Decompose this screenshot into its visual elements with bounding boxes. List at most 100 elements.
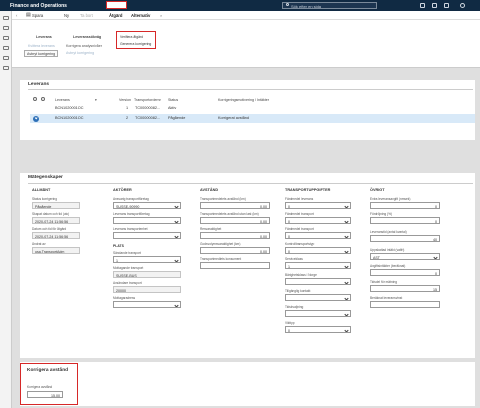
field-label: Tidskvaljning — [285, 305, 304, 309]
field-label: Skapat datum och tid (utc) — [32, 212, 70, 216]
correction-reason: Korrigerat avstånd — [218, 116, 250, 120]
verify-action-item[interactable]: Verifiera åtgärd — [120, 35, 143, 39]
gear-icon[interactable] — [432, 3, 437, 8]
delete-button[interactable]: Ta bort — [80, 13, 93, 18]
ribbon-confirm-delivery[interactable]: Kvittera leverans — [28, 44, 55, 48]
extra-fee-field[interactable]: 0 — [370, 202, 440, 209]
col-transport-order[interactable]: Transportordernr — [134, 98, 161, 102]
search-options-icon[interactable]: ⌕ — [160, 13, 162, 18]
distance-field[interactable]: 0,00 — [200, 202, 270, 209]
transport-mode-2-select[interactable]: 0 — [285, 232, 351, 239]
search-icon — [286, 3, 289, 6]
ribbon-group-delivery: Leverans — [36, 35, 52, 39]
other-header: ÖVRIGT — [370, 188, 385, 192]
divider — [28, 89, 473, 90]
field-label: Kontrolltransportstyp — [285, 242, 315, 246]
table-row[interactable]: BCN1020001OC 1 TC00000082... Aktiv — [30, 104, 475, 113]
delivery-mode-select[interactable]: 0 — [285, 202, 351, 209]
version: 1 — [126, 106, 129, 110]
tab-action[interactable]: Åtgärd — [109, 13, 123, 18]
select-all-radio[interactable] — [41, 97, 45, 101]
ribbon-correct-dimensions[interactable]: Korrigera analysnivåer — [66, 44, 102, 48]
menu-icon[interactable] — [3, 16, 9, 20]
home-icon[interactable] — [3, 26, 9, 30]
sending-transport-select[interactable]: 1 — [113, 256, 181, 263]
distance-unloaded-field[interactable]: 0,00 — [200, 217, 270, 224]
responsible-carrier-select[interactable]: SUSSE-90990 — [113, 202, 181, 209]
action-datetime-field: 2020-07-24 11:56:56 — [32, 232, 80, 239]
search-input[interactable]: Sök efter en sida — [282, 2, 377, 9]
field-label: Bärighetsklass i Norge — [285, 273, 317, 277]
field-label: Avsändare transport — [113, 281, 142, 285]
col-status[interactable]: Status — [168, 98, 178, 102]
delivery-unit-select[interactable] — [113, 232, 181, 239]
field-label: Leverans transportföretag — [113, 212, 150, 216]
tab-options[interactable]: Alternativ — [131, 13, 150, 18]
distance-header: AVSTÅND — [200, 188, 219, 192]
cargo-duration-field[interactable]: 0,00 — [200, 247, 270, 254]
filter-icon[interactable]: ▾ — [95, 98, 97, 102]
notification-icon[interactable] — [420, 3, 425, 8]
calculated-profit-field[interactable] — [370, 301, 440, 308]
delivery-id: BCN1020001OC — [55, 106, 84, 110]
transport-mode-select[interactable]: 0 — [285, 217, 351, 224]
created-datetime-field: 2020-07-24 11:56:56 — [32, 217, 80, 224]
col-correction[interactable]: Korrigeringsmotivering / Intäkter — [218, 98, 269, 102]
action-dropdown: Verifiera åtgärd Generera korrigering — [116, 31, 156, 49]
correction-panel — [20, 362, 475, 406]
time-qualification-select[interactable] — [285, 310, 351, 317]
location-subheader: PLATS — [113, 244, 124, 248]
modules-icon[interactable] — [3, 66, 9, 70]
field-label: Mottagaradress — [113, 296, 136, 300]
ribbon-group-path: Leveranssökväg — [73, 35, 102, 39]
status: Aktiv — [168, 106, 177, 110]
back-icon[interactable]: ‹ — [16, 13, 17, 18]
field-label: Fördröjning (%) — [370, 212, 392, 216]
version: 2 — [126, 116, 129, 120]
table-row-selected[interactable]: BCN1020001OC 2 TC00000082... Pågående Ko… — [30, 114, 475, 123]
cancel-correction-button[interactable]: Avbryt korrigering — [24, 50, 59, 57]
modified-by-field: usa.TransportAdm — [32, 247, 80, 254]
refresh-icon[interactable] — [33, 97, 37, 101]
recent-icon[interactable] — [3, 46, 9, 50]
delivery-carrier-select[interactable] — [113, 217, 181, 224]
field-label: Tillgänglig kontakt — [285, 289, 311, 293]
col-version[interactable]: Version — [119, 98, 131, 102]
fee-revenue-field[interactable]: 0 — [370, 269, 440, 276]
field-label: Ansvarig transportföretag — [113, 197, 149, 201]
bearing-class-select[interactable] — [285, 278, 351, 285]
avatar[interactable] — [460, 3, 465, 8]
corrected-distance-field[interactable]: 15,00 — [27, 391, 63, 398]
delivery-id: BCN1020001OC — [55, 116, 84, 120]
field-label: Ändrat av — [32, 242, 46, 246]
control-transport-select[interactable]: 0 — [285, 247, 351, 254]
weight-type-select[interactable]: 0 — [285, 326, 351, 333]
save-icon: ▤ — [26, 12, 31, 18]
ribbon-cancel-correction[interactable]: Avbryt korrigering — [66, 51, 94, 55]
field-label: Uppskattad intäkt (valfri) — [370, 248, 405, 252]
app-title: Finance and Operations — [10, 3, 67, 9]
delivery-time-field[interactable]: 40 — [370, 235, 440, 242]
transport-order: TC00000082... — [135, 106, 161, 110]
save-button[interactable]: Spara — [32, 13, 43, 18]
measurement-time-field[interactable]: 15 — [370, 285, 440, 292]
tab-action-highlight — [106, 1, 127, 9]
col-delivery[interactable]: Leverans — [55, 98, 70, 102]
field-label: Tidsdel för mätning — [370, 280, 397, 284]
travel-duration-field[interactable]: 0,00 — [200, 232, 270, 239]
correction-status-field: Pågående — [32, 202, 80, 209]
available-contact-select[interactable] — [285, 294, 351, 301]
receiver-address-select[interactable] — [113, 301, 181, 308]
help-icon[interactable] — [444, 3, 449, 8]
divider — [28, 183, 473, 184]
correction-field-label: Korrigera avstånd — [27, 385, 53, 389]
estimated-revenue-select[interactable]: AST — [370, 253, 440, 260]
workspaces-icon[interactable] — [3, 56, 9, 60]
new-button[interactable]: Ny — [64, 13, 69, 18]
service-class-select[interactable]: 1 — [285, 262, 351, 269]
delay-field[interactable]: 0 — [370, 217, 440, 224]
generate-correction-item[interactable]: Generera korrigering — [120, 42, 151, 46]
favorites-icon[interactable] — [3, 36, 9, 40]
transport-consumer-field[interactable] — [200, 262, 270, 269]
field-label: Status korrigering — [32, 197, 57, 201]
